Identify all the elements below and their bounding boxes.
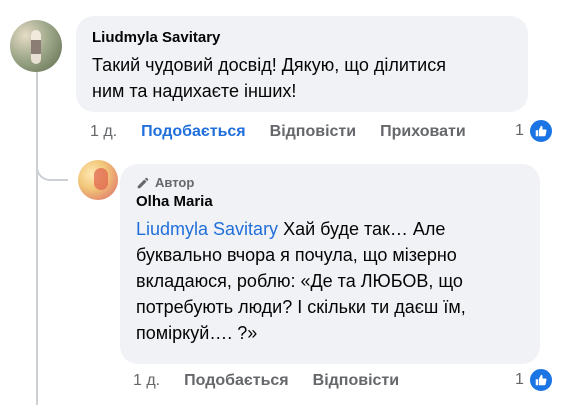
comment-actions: 1 д. Подобається Відповісти Приховати <box>90 120 490 144</box>
thumbs-up-icon <box>527 118 554 144</box>
avatar[interactable] <box>78 160 118 200</box>
author-badge-label: Автор <box>155 175 195 190</box>
reaction-summary[interactable]: 1 <box>515 118 554 144</box>
author-badge: Автор <box>136 174 524 192</box>
reply-text: Liudmyla Savitary Хай буде так… Але букв… <box>136 219 466 343</box>
reply-button[interactable]: Відповісти <box>270 123 356 141</box>
reaction-count: 1 <box>515 371 524 388</box>
reply-button[interactable]: Відповісти <box>313 372 399 390</box>
reply-connector <box>36 145 68 181</box>
hide-button[interactable]: Приховати <box>380 123 466 141</box>
reaction-summary[interactable]: 1 <box>515 367 554 393</box>
thread-line <box>36 72 38 405</box>
comment-thread: Liudmyla Savitary Такий чудовий досвід! … <box>0 0 564 405</box>
thumbs-up-icon <box>527 367 554 393</box>
avatar[interactable] <box>10 20 62 72</box>
like-button[interactable]: Подобається <box>141 123 246 141</box>
pen-icon <box>137 177 149 189</box>
reply-timestamp[interactable]: 1 д. <box>133 372 160 390</box>
reply-author[interactable]: Olha Maria <box>136 192 524 212</box>
comment-bubble: Liudmyla Savitary Такий чудовий досвід! … <box>76 16 528 112</box>
comment-author[interactable]: Liudmyla Savitary <box>92 28 512 48</box>
mention-link[interactable]: Liudmyla Savitary <box>136 219 278 239</box>
reply-bubble: Автор Olha Maria Liudmyla Savitary Хай б… <box>120 164 540 364</box>
comment-text: Такий чудовий досвід! Дякую, що ділитися… <box>92 55 446 101</box>
comment-timestamp[interactable]: 1 д. <box>90 123 117 141</box>
reply-actions: 1 д. Подобається Відповісти <box>133 369 423 393</box>
reaction-count: 1 <box>515 122 524 139</box>
like-button[interactable]: Подобається <box>184 372 289 390</box>
